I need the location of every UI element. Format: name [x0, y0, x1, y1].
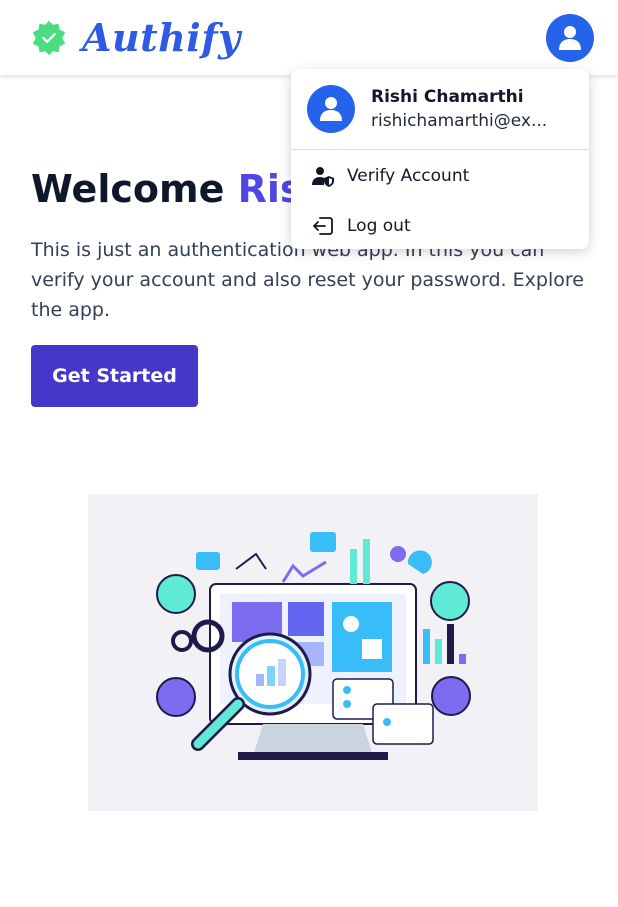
user-icon [320, 97, 342, 121]
verify-account-menu-item[interactable]: Verify Account [291, 151, 589, 201]
log-out-menu-item[interactable]: Log out [291, 201, 589, 251]
verified-badge-icon [32, 20, 66, 55]
title-prefix: Welcome [31, 167, 238, 211]
dropdown-avatar [307, 85, 355, 133]
user-shield-icon [312, 167, 334, 187]
dropdown-user-info: Rishi Chamarthi rishichamarthi@ex... [371, 87, 561, 131]
verify-account-label: Verify Account [347, 166, 470, 186]
get-started-button[interactable]: Get Started [31, 345, 198, 407]
brand-name: Authify [82, 15, 241, 60]
navbar: Authify [0, 0, 618, 75]
analytics-illustration-image [156, 532, 471, 760]
log-out-label: Log out [347, 216, 411, 236]
user-dropdown-menu: Rishi Chamarthi rishichamarthi@ex... Ver… [291, 69, 589, 249]
brand-logo[interactable]: Authify [30, 15, 241, 60]
hero-illustration [88, 494, 538, 811]
logout-icon [313, 217, 333, 235]
dropdown-user-header: Rishi Chamarthi rishichamarthi@ex... [291, 69, 589, 150]
dropdown-user-name: Rishi Chamarthi [371, 87, 524, 107]
user-icon [559, 25, 581, 50]
dropdown-user-email: rishichamarthi@ex... [371, 111, 548, 131]
avatar-button[interactable] [546, 13, 594, 62]
